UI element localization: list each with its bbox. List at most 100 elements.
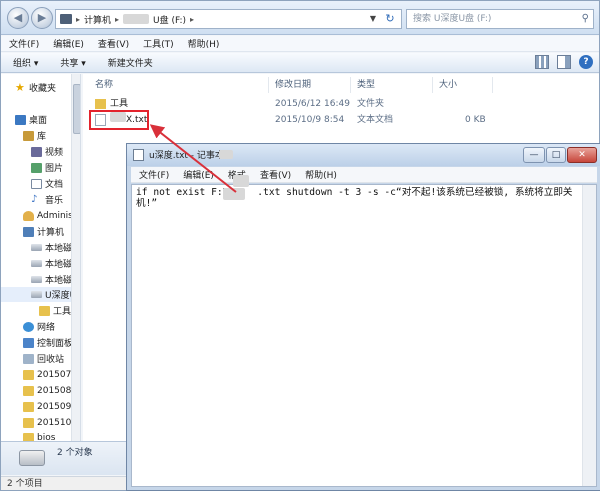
notepad-menu-bar: 文件(F) 编辑(E) 格式 查看(V) 帮助(H) [131,167,597,183]
menu-help[interactable]: 帮助(H) [305,168,337,181]
nav-item-local-disk[interactable]: 本地磁 [31,272,72,287]
menu-file[interactable]: 文件(F) [139,168,169,181]
nav-item-desktop[interactable]: 桌面 [15,112,47,127]
user-folder-icon [23,210,34,221]
nav-label: 网络 [37,323,56,333]
folder-icon [23,401,34,412]
nav-item-admin[interactable]: Adminis [23,208,73,223]
nav-item-recycle-bin[interactable]: 回收站 [23,351,64,366]
nav-label: 本地磁 [45,244,73,254]
object-count: 2 个对象 [57,448,93,458]
breadcrumb-separator-icon: ▸ [76,14,81,24]
close-button[interactable]: ✕ [567,147,597,163]
view-options-icon[interactable] [535,55,549,69]
organize-button[interactable]: 组织 ▾ [13,56,38,69]
chevron-down-icon[interactable]: ▼ [367,10,379,28]
nav-item-local-disk[interactable]: 本地磁 [31,256,72,271]
nav-label: 工具 [53,307,72,317]
nav-item-tools[interactable]: 工具 [39,303,71,318]
usb-drive-icon [19,450,45,466]
recycle-bin-icon [23,353,34,364]
nav-item-folder-201509[interactable]: 201509 [23,399,71,414]
folder-icon [23,417,34,428]
back-button[interactable]: ◀ [7,7,29,29]
column-header-size[interactable]: 大小 [433,77,493,93]
nav-item-folder-bios[interactable]: bios [23,430,55,441]
blurred-region [219,150,233,159]
blurred-region [123,14,150,24]
breadcrumb-separator-icon: ▸ [190,14,195,24]
file-name: 工具 [110,99,129,109]
nav-item-local-disk[interactable]: 本地磁 [31,240,72,255]
nav-label: 201509 [37,401,72,412]
menu-tools[interactable]: 工具(T) [143,37,174,50]
nav-item-library[interactable]: 库 [23,128,46,143]
nav-item-favorites[interactable]: ★ 收藏夹 [15,80,56,95]
notepad-scrollbar[interactable] [582,185,596,486]
nav-label: 计算机 [37,228,65,238]
nav-item-music[interactable]: ♪ 音乐 [31,192,63,207]
refresh-icon[interactable]: ↻ [383,10,397,28]
nav-label: Adminis [37,210,73,221]
nav-label: 201507 [37,369,72,380]
folder-icon [23,432,34,441]
nav-item-folder-201507[interactable]: 201507 [23,367,71,382]
nav-scrollbar[interactable] [71,74,80,441]
nav-item-folder-201510[interactable]: 201510 [23,415,71,430]
nav-label: 视频 [45,148,64,158]
menu-help[interactable]: 帮助(H) [188,37,220,50]
document-icon [31,178,42,189]
nav-item-videos[interactable]: 视频 [31,144,63,159]
breadcrumb-drive[interactable]: U盘 (F:) [153,13,186,26]
nav-item-folder-201508[interactable]: 201508 [23,383,71,398]
notepad-title-bar[interactable]: u深度.txt - 记事本 — □ ✕ [127,144,600,166]
nav-item-control-panel[interactable]: 控制面板 [23,335,73,350]
hard-drive-icon [31,276,42,283]
close-icon: ✕ [578,150,586,160]
menu-view[interactable]: 查看(V) [260,168,291,181]
menu-edit[interactable]: 编辑(E) [53,37,84,50]
search-icon[interactable]: ⚲ [582,10,589,28]
computer-icon [60,14,72,24]
nav-label: 文档 [45,180,64,190]
search-placeholder: 搜索 U深度U盘 (F:) [413,14,492,24]
blurred-region [223,188,245,200]
column-header-type[interactable]: 类型 [351,77,433,93]
breadcrumb-computer[interactable]: 计算机 [84,13,111,26]
nav-label: 控制面板 [37,339,74,349]
folder-icon [39,305,50,316]
hard-drive-icon [31,260,42,267]
nav-label: 桌面 [29,116,48,126]
nav-item-pictures[interactable]: 图片 [31,160,63,175]
file-size: 0 KB [465,115,486,125]
share-button[interactable]: 共享 ▾ [60,56,85,69]
nav-item-usb-drive[interactable]: U深度U [1,287,76,302]
item-count: 2 个项目 [7,479,43,489]
nav-item-documents[interactable]: 文档 [31,176,63,191]
file-row[interactable]: 工具 2015/6/12 16:49 文件夹 [89,96,593,112]
forward-button[interactable]: ▶ [31,7,53,29]
back-arrow-icon: ◀ [13,11,23,24]
maximize-button[interactable]: □ [546,147,566,163]
notepad-content: if not exist F:\u .txt shutdown -t 3 -s … [136,187,573,209]
new-folder-button[interactable]: 新建文件夹 [108,56,153,69]
scrollbar-thumb[interactable] [73,84,80,134]
address-input[interactable]: ▸ 计算机 ▸ U盘 (F:) ▸ ▼ ↻ [55,9,402,29]
preview-pane-icon[interactable] [557,55,571,69]
file-type: 文件夹 [357,99,385,109]
nav-item-network[interactable]: 网络 [23,319,55,334]
file-row[interactable]: X.txt 2015/10/9 8:54 文本文档 0 KB [89,112,593,128]
column-header-name[interactable]: 名称 [89,77,269,93]
search-input[interactable]: 搜索 U深度U盘 (F:) ⚲ [406,9,594,29]
navigation-pane: ★ 收藏夹 桌面 库 视频 图片 文档 ♪ 音乐 Adminis 计算机 本地磁… [1,74,81,441]
nav-label: 本地磁 [45,276,73,286]
network-icon [23,321,34,332]
help-icon[interactable]: ? [579,55,593,69]
menu-view[interactable]: 查看(V) [98,37,129,50]
notepad-text-area[interactable]: if not exist F:\u .txt shutdown -t 3 -s … [131,184,597,487]
minimize-button[interactable]: — [523,147,545,163]
nav-item-computer[interactable]: 计算机 [23,224,64,239]
menu-edit[interactable]: 编辑(E) [183,168,214,181]
menu-file[interactable]: 文件(F) [9,37,39,50]
column-header-modified[interactable]: 修改日期 [269,77,351,93]
